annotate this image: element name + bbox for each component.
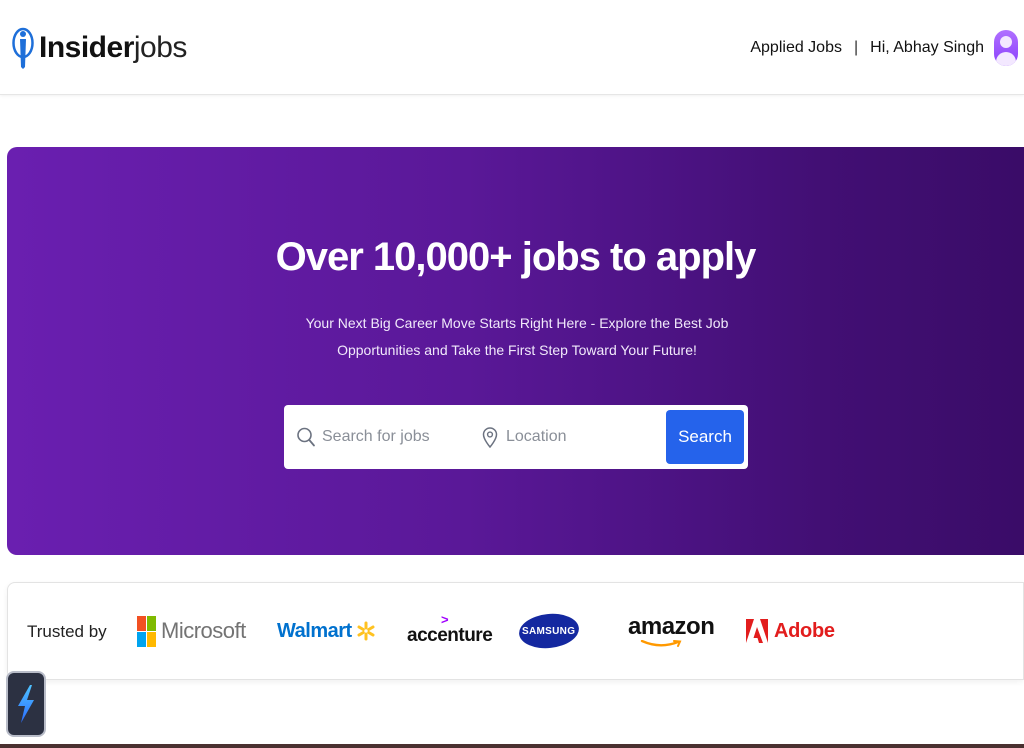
lightning-bolt-icon xyxy=(18,685,34,723)
amazon-wordmark: amazon xyxy=(628,613,715,640)
user-greeting: Hi, Abhay Singh xyxy=(870,39,984,56)
user-nav: Applied Jobs | Hi, Abhay Singh xyxy=(750,26,1018,70)
logo-text-bold: Insider xyxy=(39,31,134,64)
microsoft-squares-icon xyxy=(137,615,156,647)
job-search-field xyxy=(284,405,464,469)
adobe-wordmark: Adobe xyxy=(774,619,835,642)
logo-text: Insiderjobs xyxy=(39,27,187,69)
hero-banner: Over 10,000+ jobs to apply Your Next Big… xyxy=(7,147,1024,555)
accenture-chevron-icon: > xyxy=(441,612,449,627)
accenture-wordmark: accenture xyxy=(407,625,493,646)
samsung-oval-icon: SAMSUNG xyxy=(517,610,581,652)
floating-assistant-button[interactable] xyxy=(6,671,46,737)
adobe-a-icon xyxy=(746,619,768,643)
job-search-input[interactable] xyxy=(322,428,462,446)
applied-jobs-link[interactable]: Applied Jobs xyxy=(750,39,842,57)
accenture-logo: > accenture xyxy=(407,612,493,649)
hero-title: Over 10,000+ jobs to apply xyxy=(275,235,757,279)
amazon-logo: amazon xyxy=(628,613,715,649)
samsung-wordmark: SAMSUNG xyxy=(522,625,576,637)
logo-text-light: jobs xyxy=(133,31,188,64)
job-search-bar: Search xyxy=(284,405,748,469)
insider-person-icon xyxy=(12,27,34,69)
microsoft-wordmark: Microsoft xyxy=(161,618,246,643)
trusted-by-section: Trusted by Microsoft Walmart > accenture xyxy=(7,582,1024,680)
trusted-by-label: Trusted by xyxy=(27,622,107,641)
location-field xyxy=(464,405,654,469)
walmart-wordmark: Walmart xyxy=(277,619,352,642)
search-button[interactable]: Search xyxy=(666,410,744,464)
microsoft-logo: Microsoft xyxy=(137,613,246,649)
adobe-logo: Adobe xyxy=(746,613,835,649)
location-input[interactable] xyxy=(506,428,646,446)
user-avatar-icon[interactable] xyxy=(994,30,1018,66)
nav-separator: | xyxy=(853,39,859,56)
samsung-logo: SAMSUNG xyxy=(517,610,581,652)
page-bottom-edge xyxy=(0,744,1024,748)
amazon-smile-icon xyxy=(640,640,682,647)
walmart-spark-icon xyxy=(357,621,375,641)
hero-subtitle: Your Next Big Career Move Starts Right H… xyxy=(305,315,729,358)
walmart-logo: Walmart xyxy=(277,613,376,649)
location-pin-icon xyxy=(482,427,498,448)
top-navbar: Insiderjobs Applied Jobs | Hi, Abhay Sin… xyxy=(0,0,1024,95)
insiderjobs-logo[interactable]: Insiderjobs xyxy=(12,27,187,69)
search-icon xyxy=(297,427,315,447)
